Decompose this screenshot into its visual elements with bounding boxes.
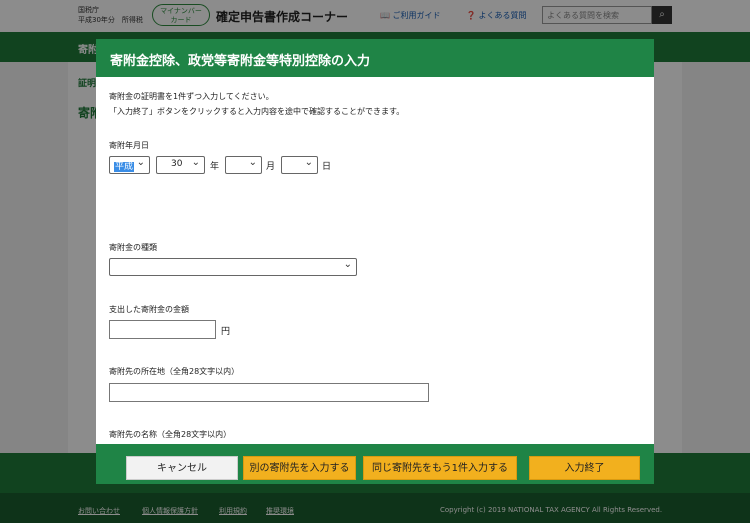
day-select[interactable]: ⌄ (281, 156, 318, 174)
enter-same-recipient-button[interactable]: 同じ寄附先をもう1件入力する (363, 456, 517, 480)
chevron-down-icon: ⌄ (136, 157, 145, 168)
year-select-value: 30 (171, 159, 183, 169)
year-unit: 年 (210, 162, 220, 172)
enter-another-recipient-button[interactable]: 別の寄附先を入力する (243, 456, 356, 480)
month-unit: 月 (266, 162, 276, 172)
dialog-body: 寄附金の証明書を1件ずつ入力してください。 「入力終了」ボタンをクリックすると入… (96, 77, 654, 464)
chevron-down-icon: ⌄ (343, 259, 352, 270)
dialog-title: 寄附金控除、政党等寄附金等特別控除の入力 (110, 54, 371, 69)
chevron-down-icon: ⌄ (248, 157, 257, 168)
donation-amount-label: 支出した寄附金の金額 (109, 305, 189, 314)
chevron-down-icon: ⌄ (304, 157, 313, 168)
era-select-value: 平成 (114, 162, 135, 172)
donation-amount-input[interactable] (109, 320, 216, 339)
dialog-instructions: 寄附金の証明書を1件ずつ入力してください。 「入力終了」ボタンをクリックすると入… (109, 89, 404, 119)
dialog-header: 寄附金控除、政党等寄附金等特別控除の入力 (96, 39, 654, 77)
recipient-name-label: 寄附先の名称（全角28文字以内） (109, 430, 232, 439)
recipient-address-input[interactable] (109, 383, 429, 402)
chevron-down-icon: ⌄ (191, 157, 200, 168)
era-select[interactable]: 平成 ⌄ (109, 156, 150, 174)
donation-type-label: 寄附金の種類 (109, 243, 157, 252)
recipient-address-label: 寄附先の所在地（全角28文字以内） (109, 367, 240, 376)
month-select[interactable]: ⌄ (225, 156, 262, 174)
donation-type-select[interactable]: ⌄ (109, 258, 357, 276)
finish-input-button[interactable]: 入力終了 (529, 456, 640, 480)
instruction-line2: 「入力終了」ボタンをクリックすると入力内容を途中で確認することができます。 (109, 107, 405, 116)
year-select[interactable]: 30 ⌄ (156, 156, 205, 174)
amount-unit: 円 (221, 327, 231, 337)
donation-date-label: 寄附年月日 (109, 141, 149, 150)
day-unit: 日 (322, 162, 332, 172)
instruction-line1: 寄附金の証明書を1件ずつ入力してください。 (109, 92, 274, 101)
cancel-button[interactable]: キャンセル (126, 456, 238, 480)
dialog-footer: キャンセル 別の寄附先を入力する 同じ寄附先をもう1件入力する 入力終了 (96, 444, 654, 484)
donation-deduction-dialog: 寄附金控除、政党等寄附金等特別控除の入力 寄附金の証明書を1件ずつ入力してくださ… (96, 39, 654, 484)
